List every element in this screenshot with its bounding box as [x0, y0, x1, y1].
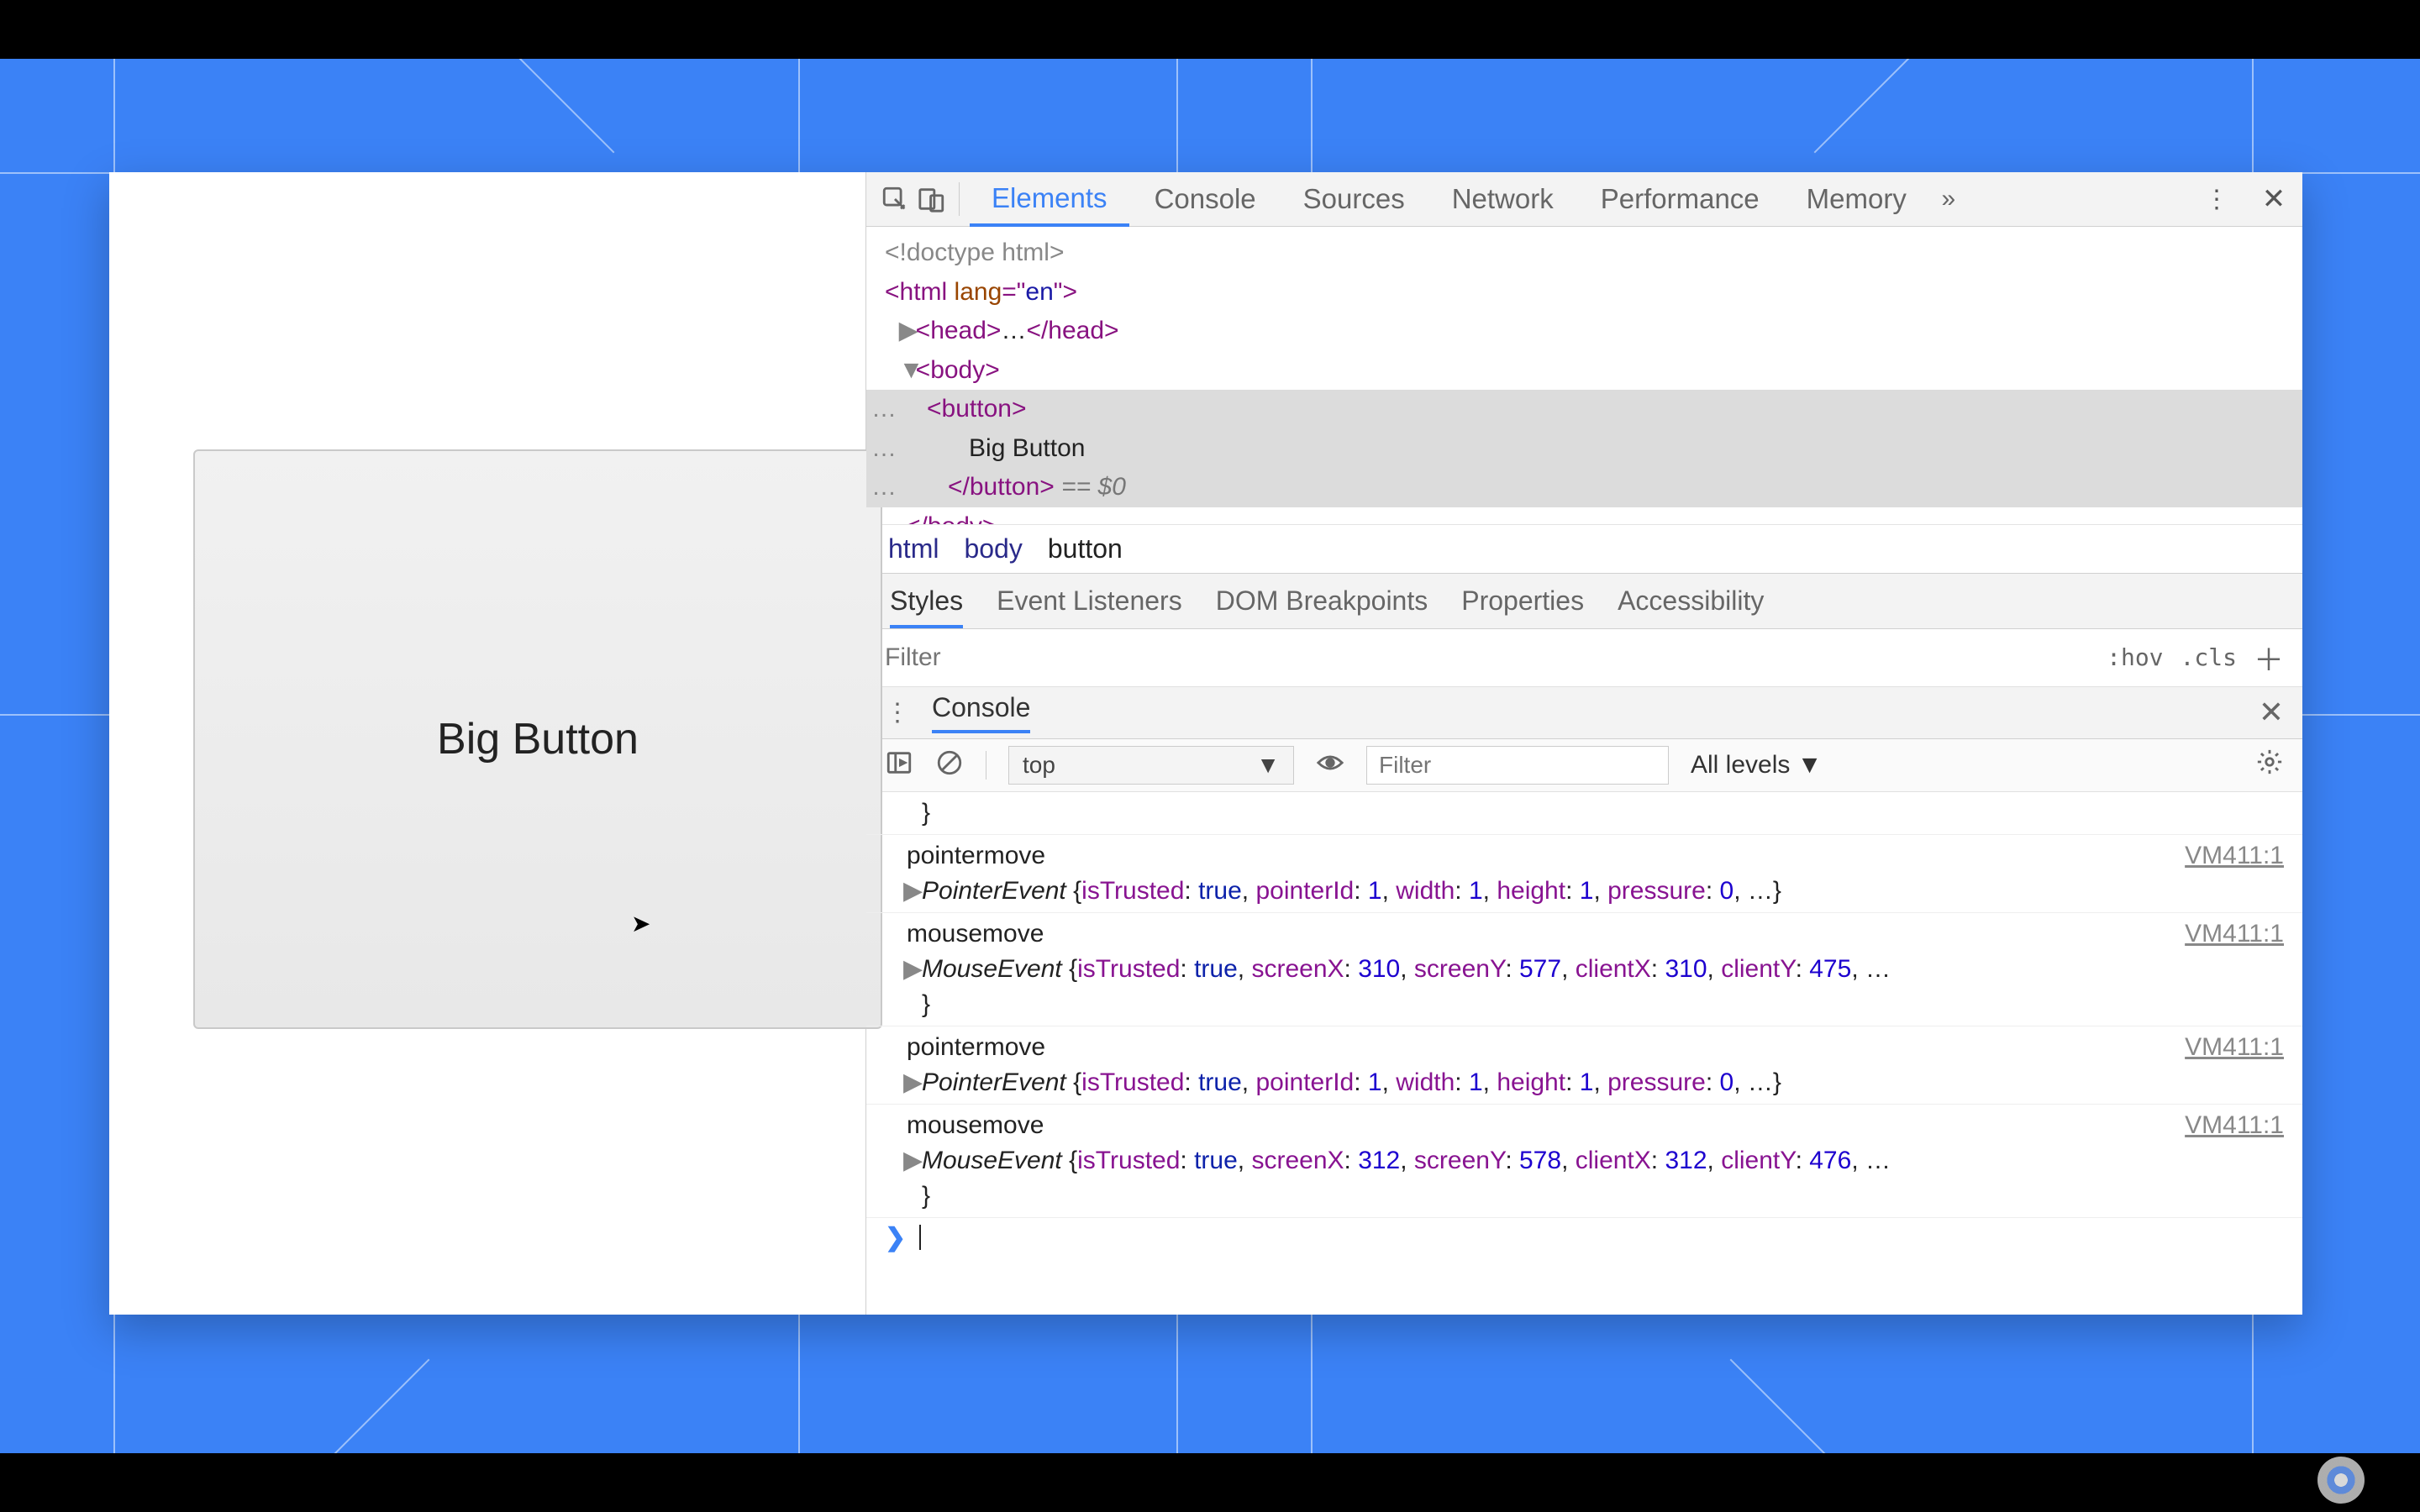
tab-sources[interactable]: Sources: [1281, 172, 1427, 226]
subtab-event-listeners[interactable]: Event Listeners: [997, 585, 1182, 617]
log-event-name: mousemove: [907, 920, 1044, 948]
devtools-tabbar: Elements Console Sources Network Perform…: [866, 172, 2302, 227]
device-toggle-icon[interactable]: [915, 182, 949, 216]
clear-console-icon[interactable]: [935, 748, 964, 781]
text-cursor: [919, 1225, 921, 1250]
hov-toggle[interactable]: :hov: [2107, 643, 2163, 671]
log-event-name: mousemove: [907, 1111, 1044, 1139]
letterbox-bottom: [0, 1453, 2420, 1512]
browser-window: Big Button ➤ Elements Console Sources Ne…: [109, 172, 2302, 1315]
cursor-icon: ➤: [631, 910, 650, 937]
log-source-link[interactable]: VM411:1: [2185, 1108, 2284, 1143]
tab-network[interactable]: Network: [1430, 172, 1576, 226]
tab-console[interactable]: Console: [1133, 172, 1278, 226]
deco-line: [1814, 59, 1934, 153]
log-residual: }: [866, 792, 2302, 835]
crumb-html[interactable]: html: [888, 533, 939, 564]
live-expression-icon[interactable]: [1316, 748, 1344, 781]
log-brace: }: [907, 795, 2284, 831]
subtab-dom-breakpoints[interactable]: DOM Breakpoints: [1216, 585, 1428, 617]
log-object[interactable]: ▶PointerEvent {isTrusted: true, pointerI…: [907, 874, 2284, 909]
log-entry[interactable]: mousemove VM411:1 ▶MouseEvent {isTrusted…: [866, 913, 2302, 1026]
divider: [959, 182, 960, 216]
dom-tree[interactable]: <!doctype html> <html lang="en"> ▶<head>…: [866, 227, 2302, 524]
subtab-accessibility[interactable]: Accessibility: [1618, 585, 1764, 617]
big-button[interactable]: Big Button: [193, 449, 882, 1029]
log-object[interactable]: ▶MouseEvent {isTrusted: true, screenX: 3…: [907, 952, 2284, 1022]
log-level-select[interactable]: All levels ▼: [1691, 751, 1822, 780]
drawer-tab-console[interactable]: Console: [932, 692, 1030, 733]
log-source-link[interactable]: VM411:1: [2185, 916, 2284, 952]
log-object[interactable]: ▶PointerEvent {isTrusted: true, pointerI…: [907, 1065, 2284, 1100]
dom-head[interactable]: ▶<head>…</head>: [885, 312, 2284, 351]
presentation-background: Big Button ➤ Elements Console Sources Ne…: [0, 59, 2420, 1453]
log-entry[interactable]: pointermove VM411:1 ▶PointerEvent {isTru…: [866, 835, 2302, 913]
more-tabs-icon[interactable]: »: [1932, 182, 1965, 216]
drawer-kebab-icon[interactable]: ⋮: [885, 698, 910, 727]
chrome-logo-icon: [2317, 1457, 2365, 1504]
tab-memory[interactable]: Memory: [1785, 172, 1928, 226]
console-toolbar: top▼ All levels ▼: [866, 739, 2302, 792]
deco-line: [1730, 1359, 1850, 1453]
deco-line: [310, 1359, 430, 1453]
log-event-name: pointermove: [907, 1033, 1045, 1061]
console-sidebar-toggle-icon[interactable]: [885, 748, 913, 781]
console-drawer-tabbar: ⋮ Console ✕: [866, 687, 2302, 739]
tab-elements[interactable]: Elements: [970, 173, 1129, 227]
dom-body-open[interactable]: ▼<body>: [885, 351, 2284, 391]
close-devtools-icon[interactable]: ✕: [2257, 182, 2291, 216]
inspect-icon[interactable]: [878, 182, 912, 216]
console-settings-icon[interactable]: [2255, 748, 2284, 783]
dom-button-text[interactable]: Big Button: [866, 429, 2302, 469]
styles-tabbar: Styles Event Listeners DOM Breakpoints P…: [866, 574, 2302, 629]
dom-button-selected[interactable]: <button>: [866, 390, 2302, 429]
log-source-link[interactable]: VM411:1: [2185, 1030, 2284, 1065]
close-drawer-icon[interactable]: ✕: [2259, 695, 2284, 730]
log-source-link[interactable]: VM411:1: [2185, 838, 2284, 874]
execution-context-select[interactable]: top▼: [1008, 746, 1294, 785]
dom-breadcrumb[interactable]: html body button: [866, 524, 2302, 574]
dom-html-open[interactable]: <html lang="en">: [885, 273, 2284, 312]
console-filter-input[interactable]: [1366, 746, 1669, 785]
kebab-menu-icon[interactable]: ⋮: [2200, 182, 2233, 216]
styles-filter-row: :hov .cls ＋: [866, 629, 2302, 687]
prompt-caret-icon: ❯: [885, 1223, 906, 1252]
subtab-properties[interactable]: Properties: [1461, 585, 1584, 617]
new-style-rule-icon[interactable]: ＋: [2254, 636, 2284, 680]
console-output[interactable]: } pointermove VM411:1 ▶PointerEvent {isT…: [866, 792, 2302, 1315]
crumb-button[interactable]: button: [1048, 533, 1123, 564]
tab-performance[interactable]: Performance: [1579, 172, 1781, 226]
log-entry[interactable]: mousemove VM411:1 ▶MouseEvent {isTrusted…: [866, 1105, 2302, 1218]
dom-body-close[interactable]: </body>: [885, 507, 2284, 524]
cls-toggle[interactable]: .cls: [2181, 643, 2237, 671]
log-object[interactable]: ▶MouseEvent {isTrusted: true, screenX: 3…: [907, 1143, 2284, 1214]
styles-filter-input[interactable]: [885, 643, 2090, 672]
dom-button-close[interactable]: </button> == $0: [866, 468, 2302, 507]
log-entry[interactable]: pointermove VM411:1 ▶PointerEvent {isTru…: [866, 1026, 2302, 1105]
letterbox-top: [0, 0, 2420, 59]
devtools-panel: Elements Console Sources Network Perform…: [865, 172, 2302, 1315]
log-event-name: pointermove: [907, 842, 1045, 869]
deco-line: [495, 59, 615, 153]
dom-doctype[interactable]: <!doctype html>: [885, 234, 2284, 273]
rendered-page: Big Button ➤: [109, 172, 865, 1315]
subtab-styles[interactable]: Styles: [890, 585, 963, 628]
console-prompt[interactable]: ❯: [866, 1218, 2302, 1257]
crumb-body[interactable]: body: [964, 533, 1022, 564]
